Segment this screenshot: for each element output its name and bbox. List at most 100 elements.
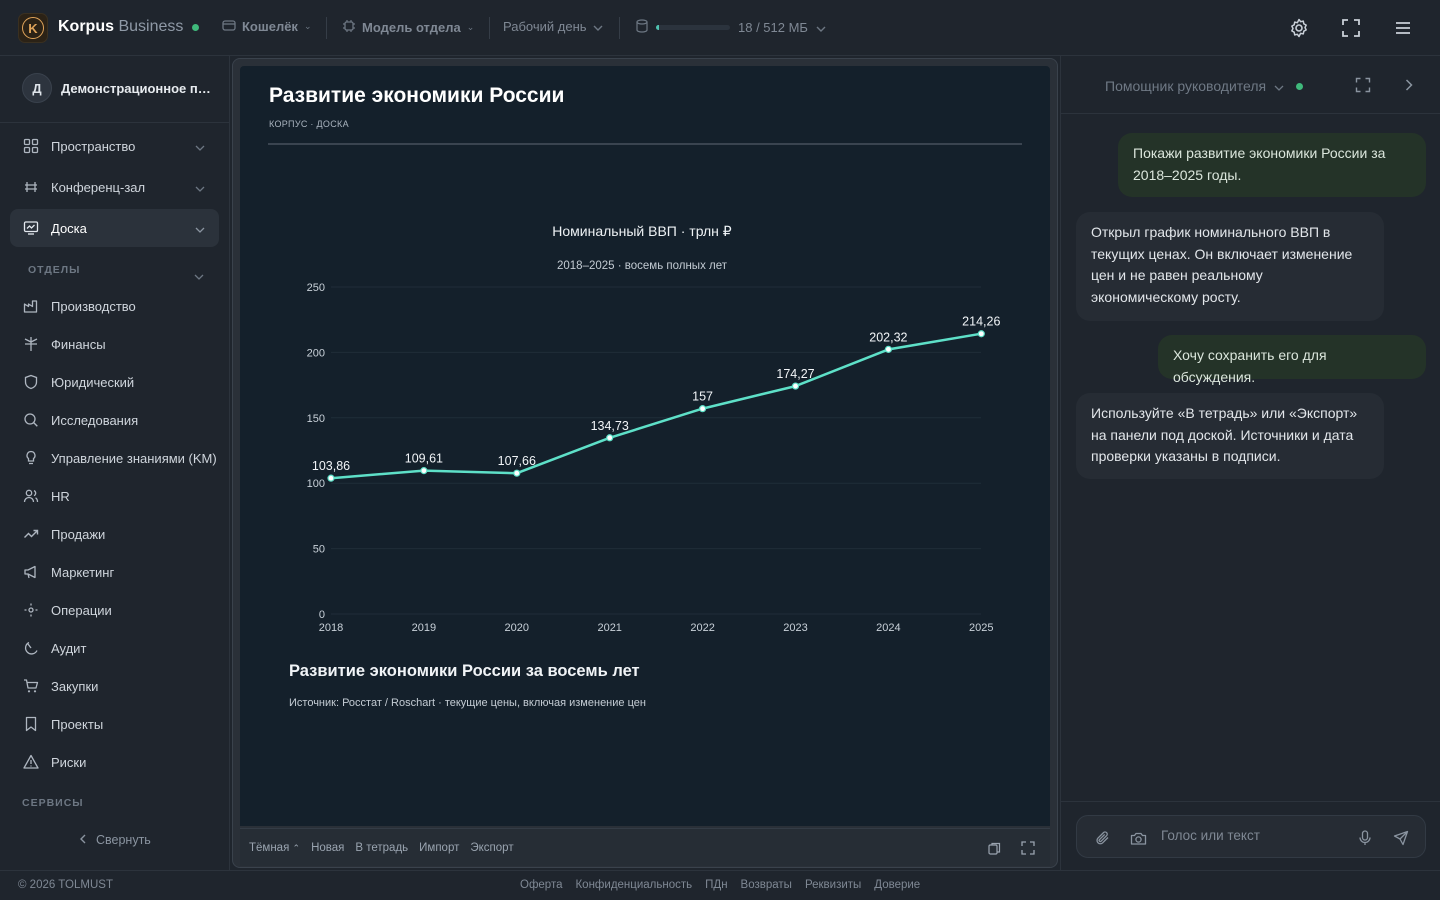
send-icon[interactable] (1392, 829, 1410, 847)
nav-item-board[interactable]: Доска (10, 209, 219, 247)
logo-letter: K (22, 17, 44, 39)
sidebar: Д Демонстрационное пространство Простран… (0, 56, 230, 870)
chevron-down-icon (1274, 78, 1284, 94)
workday-dropdown[interactable]: Рабочий день (503, 19, 603, 34)
y-tick-label: 50 (313, 544, 325, 556)
x-tick-label: 2025 (969, 622, 993, 634)
nav-item-projects[interactable]: Проекты (10, 705, 219, 743)
data-point (513, 469, 521, 477)
nav-item-knowledge[interactable]: Управление знаниями (KM) (10, 439, 219, 477)
footer-link-requisites[interactable]: Реквизиты (805, 879, 861, 891)
divider (268, 143, 1022, 145)
nav-item-label: Пространство (51, 138, 136, 154)
chevron-down-icon: ⌄ (466, 22, 475, 32)
nav-item-procurement[interactable]: Закупки (10, 667, 219, 705)
brand-tier: Business (118, 18, 184, 35)
camera-icon[interactable] (1129, 829, 1147, 847)
footer-link-pdn[interactable]: ПДн (705, 879, 727, 891)
chevron-down-icon (816, 20, 826, 35)
nav-item-label: Конференц-зал (51, 179, 146, 195)
grid-icon (22, 137, 40, 155)
chevron-up-icon: ⌃ (292, 842, 301, 853)
data-label: 103,86 (312, 459, 350, 473)
assistant-panel: Помощник руководителя Покажи развитие эк… (1060, 56, 1440, 870)
nav-item-sales[interactable]: Продажи (10, 515, 219, 553)
board-title: Развитие экономики России (269, 84, 565, 107)
nav-item-conference[interactable]: Конференц-зал (10, 168, 219, 206)
footer-link-privacy[interactable]: Конфиденциальность (575, 879, 692, 891)
nav-item-research[interactable]: Исследования (10, 401, 219, 439)
nav-item-finance[interactable]: Финансы (10, 325, 219, 363)
footer: © 2026 TOLMUST Оферта Конфиденциальность… (0, 870, 1440, 900)
theme-dropdown[interactable]: Тёмная ⌃ (249, 842, 300, 854)
online-status-dot (192, 24, 199, 31)
nav-item-label: Исследования (51, 412, 139, 428)
chart-title: Номинальный ВВП · трлн ₽ (552, 223, 732, 239)
assistant-message: Используйте «В тетрадь» или «Экспорт» на… (1076, 393, 1384, 479)
storage-indicator[interactable]: 18 / 512 МБ (636, 19, 826, 36)
chevron-down-icon[interactable] (194, 267, 204, 285)
database-icon (636, 19, 648, 36)
menu-icon[interactable] (1391, 16, 1415, 40)
nav-item-space[interactable]: Пространство (10, 127, 219, 165)
collapse-sidebar-button[interactable]: Свернуть (80, 833, 151, 847)
paperclip-icon[interactable] (1094, 829, 1112, 847)
data-point (791, 382, 800, 390)
data-point (327, 474, 335, 482)
footer-link-offer[interactable]: Оферта (520, 879, 562, 891)
message-composer (1076, 815, 1426, 858)
export-button[interactable]: Экспорт (470, 842, 513, 854)
nav-item-production[interactable]: Производство (10, 287, 219, 325)
new-button[interactable]: Новая (311, 842, 344, 854)
nav-item-label: Продажи (51, 526, 106, 542)
fullscreen-icon[interactable] (1339, 16, 1363, 40)
microphone-icon[interactable] (1356, 829, 1374, 847)
search-icon (22, 411, 40, 429)
nav-item-label: HR (51, 488, 70, 504)
message-input[interactable] (1161, 828, 1341, 843)
nav-item-risks[interactable]: Риски (10, 743, 219, 781)
workspace-switcher[interactable]: Д Демонстрационное пространство (10, 66, 220, 110)
nav-item-label: Финансы (51, 336, 106, 352)
x-tick-label: 2018 (319, 622, 343, 634)
workspace-name: Демонстрационное пространство (61, 80, 213, 96)
board-canvas[interactable]: Развитие экономики России КОРПУС · ДОСКА… (240, 66, 1050, 826)
copy-icon[interactable] (986, 840, 1002, 856)
nav-item-operations[interactable]: Операции (10, 591, 219, 629)
x-tick-label: 2023 (783, 622, 807, 634)
nav-item-audit[interactable]: Аудит (10, 629, 219, 667)
chevron-down-icon (195, 221, 205, 236)
data-point (699, 405, 707, 413)
expand-icon[interactable] (1020, 840, 1036, 856)
department-model-dropdown[interactable]: Модель отдела ⌄ (342, 19, 474, 36)
x-tick-label: 2020 (505, 622, 529, 634)
fullscreen-icon[interactable] (1353, 75, 1373, 95)
nav-item-marketing[interactable]: Маркетинг (10, 553, 219, 591)
to-notebook-button[interactable]: В тетрадь (355, 842, 408, 854)
user-message: Хочу сохранить его для обсуждения. (1158, 335, 1426, 385)
nav-item-legal[interactable]: Юридический (10, 363, 219, 401)
chevron-right-icon[interactable] (1399, 75, 1419, 95)
nav-item-label: Управление знаниями (KM) (51, 450, 217, 466)
services-section-title: СЕРВИСЫ (22, 797, 84, 809)
data-label: 107,66 (498, 454, 536, 468)
departments-section-title: ОТДЕЛЫ (28, 264, 81, 276)
nav-item-label: Риски (51, 754, 87, 770)
trend-icon (22, 525, 40, 543)
wallet-dropdown[interactable]: Кошелёк ⌄ (222, 19, 311, 34)
chart-subtitle: 2018–2025 · восемь полных лет (557, 260, 728, 272)
footer-link-trust[interactable]: Доверие (874, 879, 920, 891)
import-button[interactable]: Импорт (419, 842, 459, 854)
shield-icon (22, 373, 40, 391)
assistant-selector[interactable]: Помощник руководителя (1105, 78, 1304, 94)
app-logo[interactable]: K (18, 13, 48, 43)
user-message: Покажи развитие экономики России за 2018… (1118, 133, 1426, 197)
divider (326, 17, 327, 39)
y-tick-label: 0 (319, 609, 325, 621)
settings-gear-icon[interactable] (1287, 16, 1311, 40)
data-point (977, 330, 985, 338)
lightbulb-icon (22, 449, 40, 467)
workday-label: Рабочий день (503, 19, 587, 34)
nav-item-hr[interactable]: HR (10, 477, 219, 515)
footer-link-returns[interactable]: Возвраты (741, 879, 792, 891)
